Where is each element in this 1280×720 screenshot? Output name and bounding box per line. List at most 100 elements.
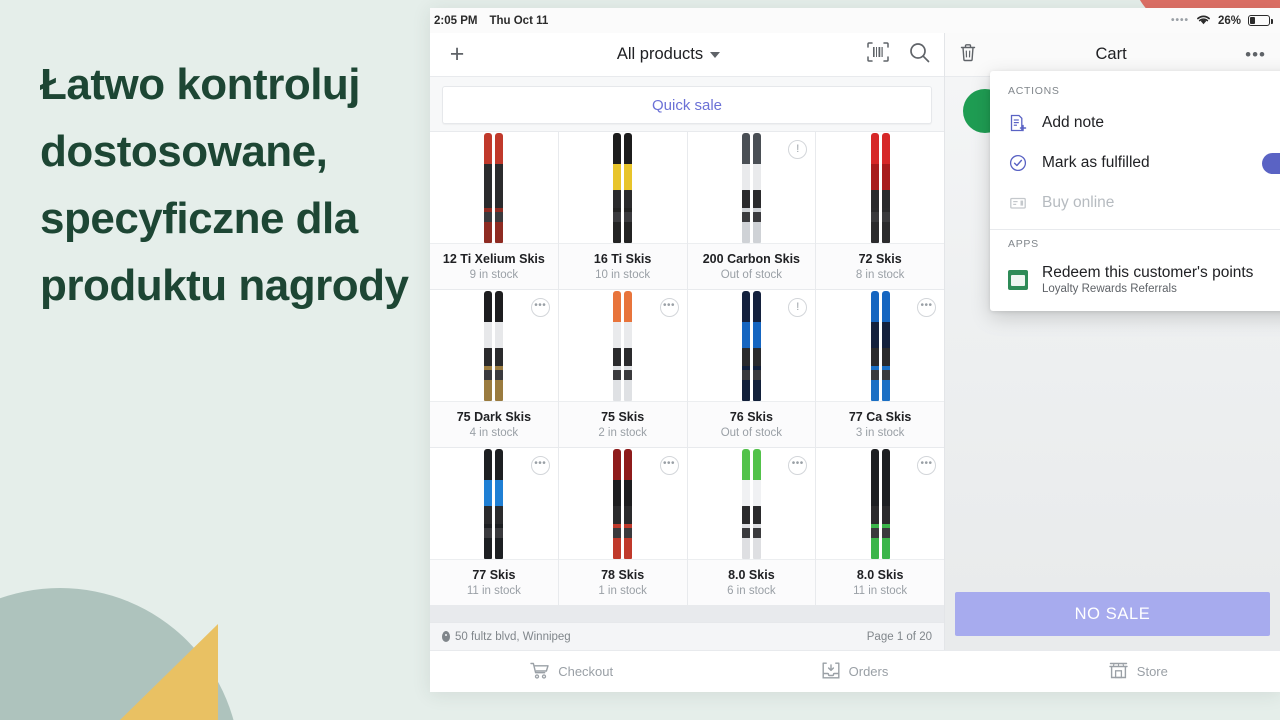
product-caption: 78 Skis 1 in stock (558, 559, 687, 605)
product-image: ! (687, 290, 816, 401)
menu-item-label: Buy online (1042, 194, 1115, 211)
product-tile[interactable]: ! 200 Carbon Skis Out of stock (687, 132, 816, 289)
quick-sale-label: Quick sale (651, 96, 723, 114)
fulfilled-toggle[interactable] (1262, 152, 1280, 174)
product-stock: Out of stock (720, 269, 783, 281)
tab-orders[interactable]: Orders (713, 651, 996, 692)
loyalty-app-icon (1008, 269, 1028, 290)
more-options-icon[interactable]: ••• (917, 456, 936, 475)
menu-item-redeem-points[interactable]: Redeem this customer's points Loyalty Re… (990, 256, 1280, 303)
tab-store[interactable]: Store (997, 651, 1280, 692)
product-stock: 10 in stock (595, 269, 651, 281)
product-name: 72 Skis (858, 252, 902, 266)
product-name: 77 Skis (472, 568, 516, 582)
product-caption: 8.0 Skis 11 in stock (816, 559, 944, 605)
more-options-icon[interactable]: ••• (659, 456, 679, 475)
menu-section-apps: APPS (1008, 238, 1039, 250)
product-image: ••• (687, 448, 816, 559)
product-filter-dropdown[interactable]: All products (470, 45, 867, 64)
more-options-icon[interactable]: ••• (788, 456, 808, 475)
kebab-menu-icon[interactable]: ••• (1245, 46, 1266, 63)
status-bar: 2:05 PM Thu Oct 11 •••• 26% (430, 8, 1280, 33)
tab-checkout[interactable]: Checkout (430, 651, 713, 692)
product-caption: 16 Ti Skis 10 in stock (558, 243, 687, 289)
product-tile[interactable]: ••• 8.0 Skis 6 in stock (687, 448, 816, 605)
chevron-down-icon (710, 51, 721, 58)
product-tile[interactable]: ! 76 Skis Out of stock (687, 290, 816, 447)
search-icon[interactable] (909, 42, 930, 68)
product-image: ••• (558, 290, 687, 401)
product-tile[interactable]: ••• 78 Skis 1 in stock (558, 448, 687, 605)
product-image: ••• (430, 290, 558, 401)
product-caption: 8.0 Skis 6 in stock (687, 559, 816, 605)
status-date: Thu Oct 11 (489, 14, 549, 27)
product-tile[interactable]: 72 Skis 8 in stock (816, 132, 944, 289)
decorative-triangle (120, 624, 218, 720)
menu-item-buy-online: Buy online (990, 183, 1280, 223)
slide-canvas: Łatwo kontroluj dostosowane, specyficzne… (0, 0, 1280, 720)
product-image (430, 132, 558, 243)
product-name: 78 Skis (601, 568, 645, 582)
product-tile[interactable]: 12 Ti Xelium Skis 9 in stock (430, 132, 558, 289)
product-name: 77 Ca Skis (848, 410, 912, 424)
product-tile[interactable]: ••• 75 Dark Skis 4 in stock (430, 290, 558, 447)
product-name: 200 Carbon Skis (702, 252, 800, 266)
product-tile[interactable]: ••• 77 Skis 11 in stock (430, 448, 558, 605)
product-tile[interactable]: ••• 77 Ca Skis 3 in stock (816, 290, 944, 447)
more-options-icon[interactable]: ••• (659, 298, 679, 317)
menu-item-add-note[interactable]: Add note (990, 103, 1280, 143)
product-name: 8.0 Skis (728, 568, 775, 582)
tab-label: Checkout (558, 664, 614, 679)
store-icon (1109, 662, 1128, 682)
buy-online-icon (1008, 193, 1028, 213)
product-tile[interactable]: 16 Ti Skis 10 in stock (558, 132, 687, 289)
cart-pane: Cart ••• ACTIONS Add note Mark as fulfil… (945, 33, 1280, 650)
barcode-scan-icon[interactable] (867, 42, 889, 67)
product-caption: 75 Skis 2 in stock (558, 401, 687, 447)
more-options-icon[interactable]: ••• (530, 298, 550, 317)
product-image: ! (687, 132, 816, 243)
wifi-icon (1196, 14, 1211, 28)
cart-body: ACTIONS Add note Mark as fulfilled Buy o… (945, 71, 1280, 592)
alert-icon[interactable]: ! (788, 140, 808, 159)
menu-item-label: Redeem this customer's points (1042, 264, 1254, 281)
location-pin-icon (442, 631, 450, 642)
more-options-icon[interactable]: ••• (917, 298, 936, 317)
product-name: 75 Skis (601, 410, 645, 424)
more-options-icon[interactable]: ••• (530, 456, 550, 475)
product-filter-label: All products (616, 45, 704, 63)
product-image (558, 132, 687, 243)
menu-item-label: Mark as fulfilled (1042, 154, 1150, 171)
menu-item-sublabel: Loyalty Rewards Referrals (1042, 283, 1177, 295)
bottom-tab-bar: Checkout Orders Store (430, 650, 1280, 692)
tab-label: Store (1136, 664, 1168, 679)
battery-icon (1248, 15, 1273, 26)
alert-icon[interactable]: ! (788, 298, 808, 317)
menu-item-label: Add note (1042, 114, 1105, 131)
no-sale-button[interactable]: NO SALE (955, 592, 1270, 636)
product-image: ••• (816, 290, 944, 401)
products-toolbar: + All products (430, 33, 944, 77)
cart-title: Cart (1095, 45, 1127, 63)
menu-section-actions: ACTIONS (1008, 85, 1060, 97)
page-indicator: Page 1 of 20 (866, 630, 932, 643)
product-stock: 11 in stock (853, 585, 908, 597)
product-stock: 11 in stock (466, 585, 521, 597)
product-image: ••• (558, 448, 687, 559)
quick-sale-button[interactable]: Quick sale (442, 86, 932, 124)
product-tile[interactable]: ••• 8.0 Skis 11 in stock (816, 448, 944, 605)
plus-icon[interactable]: + (444, 42, 470, 67)
actions-menu: ACTIONS Add note Mark as fulfilled Buy o… (990, 71, 1280, 311)
note-add-icon (1008, 113, 1028, 133)
product-stock: Out of stock (720, 427, 783, 439)
product-image: ••• (816, 448, 944, 559)
product-tile[interactable]: ••• 75 Skis 2 in stock (558, 290, 687, 447)
trash-icon[interactable] (959, 43, 977, 67)
product-stock: 6 in stock (727, 585, 776, 597)
page-title: Łatwo kontroluj dostosowane, specyficzne… (40, 60, 409, 310)
battery-percent: 26% (1217, 14, 1241, 27)
product-name: 76 Skis (729, 410, 773, 424)
signal-dots-icon: •••• (1170, 15, 1189, 26)
product-stock: 2 in stock (598, 427, 647, 439)
menu-item-mark-as-fulfilled[interactable]: Mark as fulfilled (990, 143, 1280, 183)
